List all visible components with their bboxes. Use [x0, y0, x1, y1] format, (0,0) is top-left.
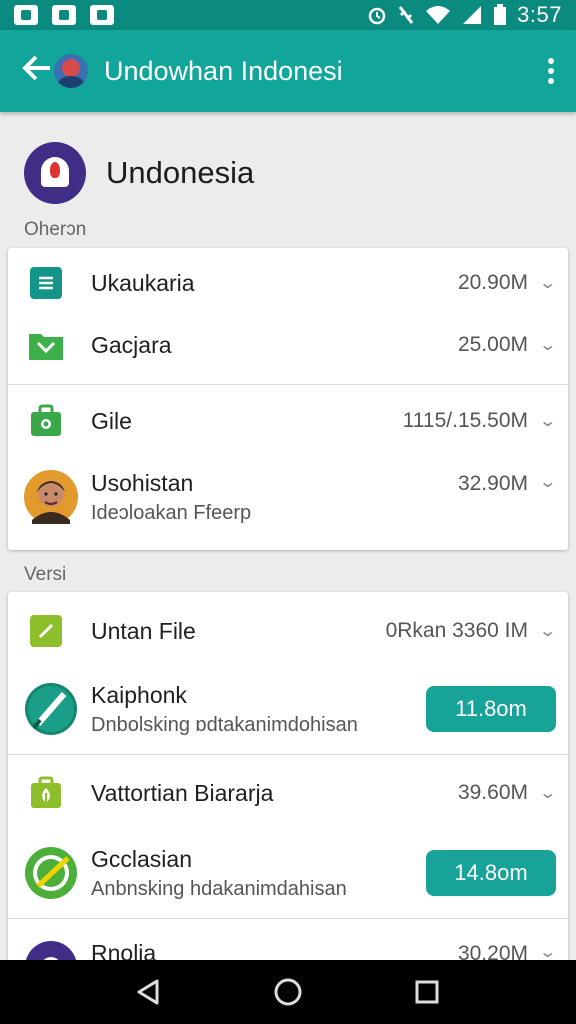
item-subtitle: Dnbolsking ɒdtakanimdohisan [91, 714, 358, 736]
chevron-down-icon[interactable]: ⌄ [538, 783, 557, 803]
section-card: Untan File 0Rkan 3360 IM ⌄ Kaiphonk Dnbo… [8, 592, 568, 993]
item-title: Gacjara [91, 331, 172, 358]
leaf-bag-icon [28, 775, 64, 811]
item-size: 20.90M [457, 271, 528, 294]
check-circle-icon [24, 846, 78, 905]
item-subtitle: Ideɔloakan Ffeerp [91, 502, 252, 524]
item-subtitle: Anbnsking hdakanimdahisan [91, 878, 347, 900]
item-size: 1115/.15.50M [402, 409, 528, 432]
photo-icon [52, 5, 76, 25]
divider [8, 754, 568, 755]
download-button[interactable]: 11.8om [426, 686, 556, 732]
section-card: Ukaukaria 20.90M ⌄ Gacjara 25.00M ⌄ Gile… [8, 248, 568, 550]
item-title: Ukaukaria [91, 269, 195, 296]
item-title: Vattortian Biararja [91, 779, 274, 806]
back-arrow-icon[interactable] [22, 54, 52, 88]
chevron-down-icon[interactable]: ⌄ [538, 472, 557, 492]
wifi-icon [426, 6, 451, 24]
item-size: 32.90M [457, 472, 528, 495]
overflow-menu-icon[interactable] [526, 58, 576, 84]
app-bar: Undowhan Indonesi [0, 30, 576, 112]
list-item[interactable]: Gcclasian Anbnsking hdakanimdahisan 14.8… [8, 836, 568, 908]
gallery-icon [14, 5, 38, 25]
alarm-icon [368, 7, 386, 25]
chevron-down-icon[interactable]: ⌄ [538, 411, 557, 431]
section-label: Oherɔn [24, 219, 87, 240]
section-label: Versi [24, 564, 67, 585]
list-item[interactable]: Usohistan Ideɔloakan Ffeerp 32.90M ⌄ [8, 460, 568, 532]
list-item[interactable]: Untan File 0Rkan 3360 IM ⌄ [8, 606, 568, 656]
navigation-bar [0, 960, 576, 1024]
download-button[interactable]: 14.8om [426, 850, 556, 896]
item-size: 25.00M [457, 333, 528, 356]
status-bar: 3:57 [0, 0, 576, 30]
battery-icon [494, 4, 507, 25]
item-title: Untan File [91, 617, 196, 644]
photo-icon [90, 5, 114, 25]
recents-square-icon[interactable] [407, 972, 447, 1012]
list-item[interactable]: Vattortian Biararja 39.60M ⌄ [8, 768, 568, 818]
briefcase-icon [28, 403, 64, 439]
chevron-down-icon[interactable]: ⌄ [538, 621, 557, 641]
chevron-down-icon[interactable]: ⌄ [538, 335, 557, 355]
edit-icon [28, 613, 64, 649]
page-title: Undonesia [106, 155, 255, 190]
divider [8, 918, 568, 919]
chevron-down-icon[interactable]: ⌄ [538, 942, 557, 962]
page-header: Undonesia [24, 142, 254, 204]
status-time: 3:57 [517, 2, 562, 27]
list-item[interactable]: Kaiphonk Dnbolsking ɒdtakanimdohisan 11.… [8, 672, 568, 744]
avatar[interactable] [54, 54, 88, 88]
item-size: 0Rkan 3360 IM [385, 619, 528, 642]
home-circle-icon[interactable] [268, 972, 308, 1012]
app-logo-icon [24, 142, 86, 204]
divider [8, 384, 568, 385]
item-size: 39.60M [457, 781, 528, 804]
item-title: Usohistan [91, 470, 194, 496]
back-triangle-icon[interactable] [129, 972, 169, 1012]
app-bar-title: Undowhan Indonesi [104, 55, 343, 86]
item-title: Gcclasian [91, 846, 192, 872]
vibrate-off-icon [398, 6, 414, 24]
folder-icon [28, 327, 64, 363]
person-photo-icon [24, 470, 78, 529]
item-title: Kaiphonk [91, 682, 187, 708]
chevron-down-icon[interactable]: ⌄ [538, 273, 557, 293]
pen-circle-icon [24, 682, 78, 741]
list-item[interactable]: Gacjara 25.00M ⌄ [8, 320, 568, 370]
item-title: Gile [91, 407, 132, 434]
list-item[interactable]: Gile 1115/.15.50M ⌄ [8, 396, 568, 446]
signal-icon [463, 6, 482, 24]
list-item[interactable]: Ukaukaria 20.90M ⌄ [8, 258, 568, 308]
list-icon [28, 265, 64, 301]
